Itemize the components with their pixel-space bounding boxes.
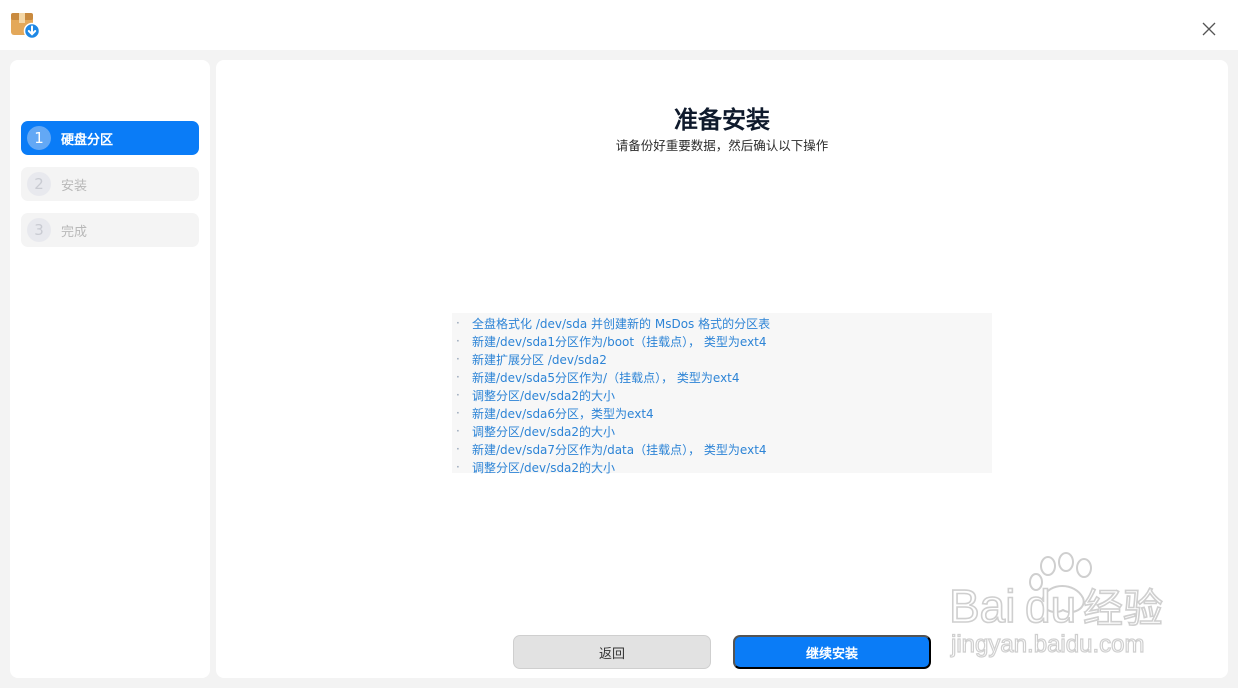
step-number: 2 xyxy=(27,172,51,196)
operation-item: · 新建/dev/sda5分区作为/（挂载点）， 类型为ext4 xyxy=(452,368,992,386)
bullet: · xyxy=(456,442,460,456)
operation-item: · 全盘格式化 /dev/sda 并创建新的 MsDos 格式的分区表 xyxy=(452,314,992,332)
operation-text: 新建/dev/sda7分区作为/data（挂载点）， 类型为ext4 xyxy=(472,442,767,457)
operation-item: · 新建/dev/sda6分区，类型为ext4 xyxy=(452,404,992,422)
step-sidebar: 1 硬盘分区 2 安装 3 完成 xyxy=(10,60,210,678)
step-label: 完成 xyxy=(61,224,88,240)
bullet: · xyxy=(456,370,460,384)
operation-text: 调整分区/dev/sda2的大小 xyxy=(472,388,616,403)
operation-text: 调整分区/dev/sda2的大小 xyxy=(472,460,616,475)
operation-item: · 新建/dev/sda7分区作为/data（挂载点）， 类型为ext4 xyxy=(452,440,992,458)
step-item-install[interactable]: 2 安装 xyxy=(21,167,199,201)
step-item-finish[interactable]: 3 完成 xyxy=(21,213,199,247)
operation-item: · 调整分区/dev/sda2的大小 xyxy=(452,458,992,476)
step-label: 安装 xyxy=(61,178,88,194)
operation-text: 新建扩展分区 /dev/sda2 xyxy=(472,352,607,367)
operation-list: · 全盘格式化 /dev/sda 并创建新的 MsDos 格式的分区表 · 新建/d… xyxy=(452,313,992,476)
page-subtitle: 请备份好重要数据，然后确认以下操作 xyxy=(615,138,829,153)
installer-package-icon xyxy=(11,13,40,40)
bullet: · xyxy=(456,424,460,438)
bullet: · xyxy=(456,352,460,366)
step-number: 1 xyxy=(27,126,51,150)
operation-text: 新建/dev/sda6分区，类型为ext4 xyxy=(472,406,654,421)
continue-install-button[interactable]: 继续安装 xyxy=(733,635,931,669)
page-title: 准备安装 xyxy=(674,106,770,134)
operation-text: 调整分区/dev/sda2的大小 xyxy=(472,424,616,439)
operation-text: 新建/dev/sda1分区作为/boot（挂载点）， 类型为ext4 xyxy=(472,334,767,349)
operation-item: · 新建/dev/sda1分区作为/boot（挂载点）， 类型为ext4 xyxy=(452,332,992,350)
bullet: · xyxy=(456,388,460,402)
bullet: · xyxy=(456,460,460,474)
operation-item: · 调整分区/dev/sda2的大小 xyxy=(452,422,992,440)
close-button[interactable] xyxy=(1197,17,1221,41)
operation-text: 全盘格式化 /dev/sda 并创建新的 MsDos 格式的分区表 xyxy=(472,316,771,331)
close-icon xyxy=(1202,22,1216,36)
operation-item: · 调整分区/dev/sda2的大小 xyxy=(452,386,992,404)
step-number: 3 xyxy=(27,218,51,242)
step-label: 硬盘分区 xyxy=(61,132,114,148)
title-bar xyxy=(0,0,1238,50)
bullet: · xyxy=(456,406,460,420)
bullet: · xyxy=(456,334,460,348)
operation-text: 新建/dev/sda5分区作为/（挂载点）， 类型为ext4 xyxy=(472,370,740,385)
main-panel: 准备安装 请备份好重要数据，然后确认以下操作 · 全盘格式化 /dev/sda 并… xyxy=(216,60,1228,678)
operation-item: · 新建扩展分区 /dev/sda2 xyxy=(452,350,992,368)
back-button[interactable]: 返回 xyxy=(513,635,711,669)
bullet: · xyxy=(456,316,460,330)
step-item-partition[interactable]: 1 硬盘分区 xyxy=(21,121,199,155)
